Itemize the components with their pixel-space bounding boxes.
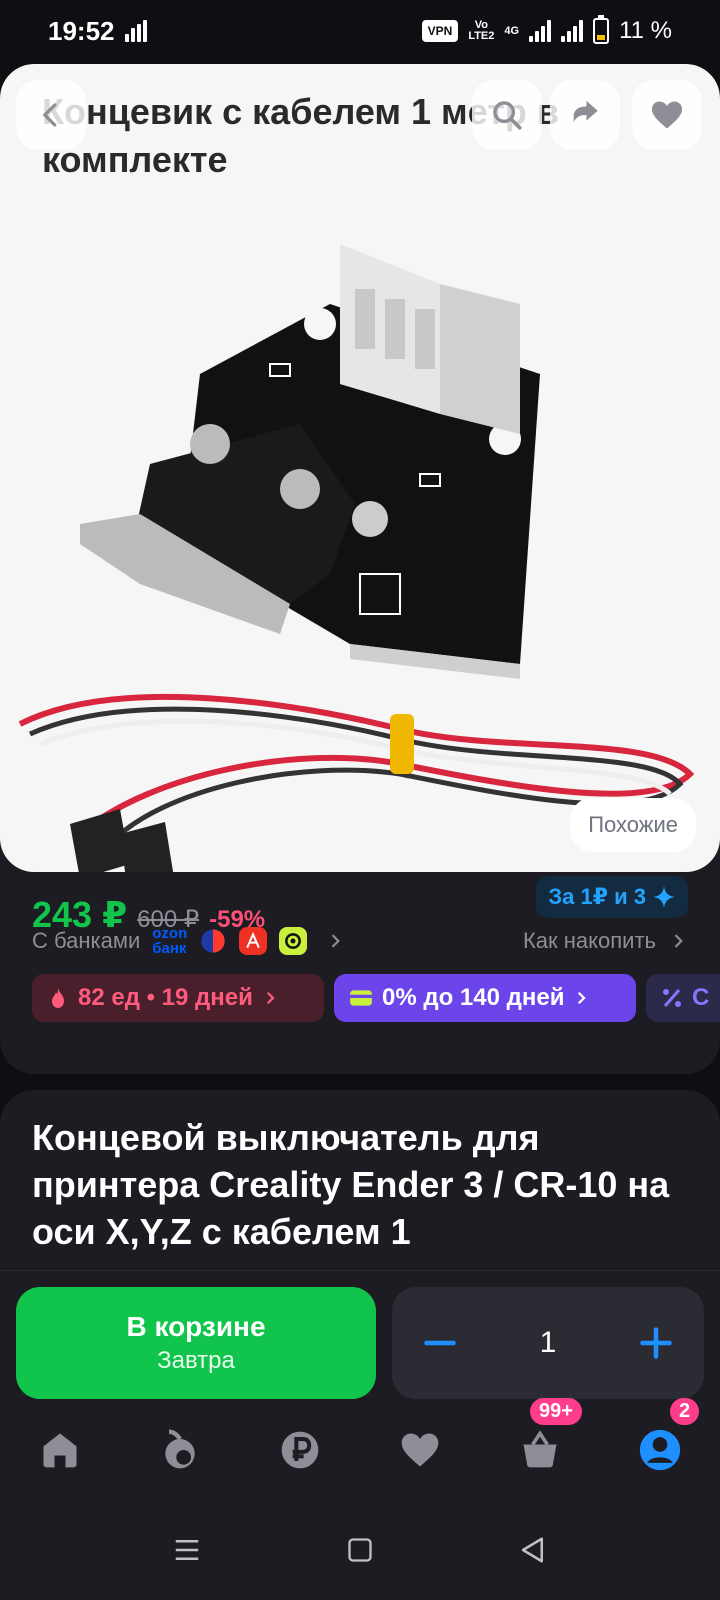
banks-row[interactable]: С банками ozon банк Как накопить — [32, 926, 688, 956]
favorites-icon — [401, 1433, 439, 1467]
bank-green-icon — [279, 927, 308, 955]
nav-favorites[interactable] — [380, 1410, 460, 1490]
status-right: VPN Vo LTE2 4G 11 % — [421, 15, 672, 45]
in-cart-label: В корзине — [126, 1311, 266, 1342]
stock-chip[interactable]: 82 ед • 19 дней — [32, 974, 324, 1022]
delivery-date: Завтра — [157, 1347, 235, 1374]
signal-icon — [124, 20, 147, 42]
accumulate-link[interactable]: Как накопить — [523, 928, 656, 954]
bank-circle-icon — [199, 927, 227, 955]
back-button[interactable] — [16, 80, 86, 150]
chevron-right-icon — [266, 991, 275, 1005]
cell-signal-2-icon — [561, 20, 584, 42]
profile-badge: 2 — [670, 1398, 700, 1425]
percent-icon — [663, 989, 681, 1007]
product-title: Концевой выключатель для принтера Creali… — [32, 1117, 670, 1252]
bottom-nav: 99+ 2 — [0, 1398, 720, 1500]
back-icon — [43, 103, 57, 127]
profile-icon — [639, 1429, 681, 1471]
quantity-stepper: 1 — [392, 1287, 704, 1399]
fresh-icon — [165, 1429, 195, 1469]
status-bar: 19:52 VPN Vo LTE2 4G 11 % — [0, 0, 720, 62]
cell-signal-icon — [529, 20, 552, 42]
quantity-value: 1 — [539, 1326, 557, 1359]
menu-icon[interactable] — [172, 1535, 202, 1565]
stock-chip-label: 82 ед • 19 дней — [78, 984, 253, 1011]
nav-fresh[interactable] — [140, 1410, 220, 1490]
nav-cart[interactable]: 99+ — [500, 1398, 582, 1490]
discount-chip-label: С — [692, 984, 710, 1011]
network-type: 4G — [504, 24, 520, 37]
chevron-right-icon — [331, 934, 341, 948]
vpn-icon: VPN — [421, 20, 459, 42]
nav-finance[interactable] — [260, 1410, 340, 1490]
promo-chips: 82 ед • 19 дней 0% до 140 дней С — [32, 974, 720, 1022]
installment-chip-label: 0% до 140 дней — [382, 984, 565, 1011]
product-card: Концевик с кабелем 1 метр в комплекте По… — [0, 64, 720, 1074]
cart-icon — [523, 1430, 557, 1468]
discount-chip[interactable]: С — [646, 974, 720, 1022]
search-button[interactable] — [472, 80, 542, 150]
home-square-icon[interactable] — [346, 1536, 374, 1564]
chevron-right-icon — [674, 934, 683, 948]
minus-icon[interactable] — [422, 1325, 458, 1361]
favorite-button[interactable] — [632, 80, 702, 150]
installment-chip[interactable]: 0% до 140 дней — [334, 974, 636, 1022]
search-icon — [493, 101, 522, 130]
product-gallery[interactable]: Концевик с кабелем 1 метр в комплекте По… — [0, 64, 720, 872]
bonus-badge[interactable]: За 1₽ и 3 — [536, 876, 688, 918]
ozon-bank-logo: ozon банк — [152, 925, 188, 957]
fire-icon — [52, 988, 64, 1008]
product-image — [18, 244, 695, 872]
system-nav — [0, 1500, 720, 1600]
share-button[interactable] — [550, 80, 620, 150]
heart-icon — [652, 101, 682, 129]
nav-profile[interactable]: 2 — [620, 1398, 700, 1490]
battery-icon — [593, 15, 610, 44]
chevron-right-icon — [578, 991, 587, 1005]
banks-label: С банками — [32, 928, 141, 953]
plus-icon[interactable] — [638, 1325, 674, 1361]
status-time: 19:52 — [48, 15, 115, 46]
action-bar: В корзине Завтра 1 — [0, 1270, 720, 1400]
bonus-label: За 1₽ и 3 — [548, 884, 646, 909]
in-cart-button[interactable]: В корзине Завтра — [16, 1287, 376, 1399]
share-icon — [573, 100, 598, 123]
battery-level: 11 % — [619, 17, 672, 44]
similar-button[interactable]: Похожие — [570, 798, 696, 852]
back-triangle-icon[interactable] — [518, 1535, 548, 1565]
nav-home[interactable] — [20, 1410, 100, 1490]
ruble-icon — [281, 1431, 319, 1469]
home-icon — [43, 1433, 77, 1468]
volte-icon: Vo LTE2 — [468, 19, 495, 42]
card-icon — [350, 990, 372, 1006]
bank-rider-icon — [239, 927, 268, 955]
cart-badge: 99+ — [530, 1398, 582, 1425]
sparkle-icon — [653, 886, 675, 908]
